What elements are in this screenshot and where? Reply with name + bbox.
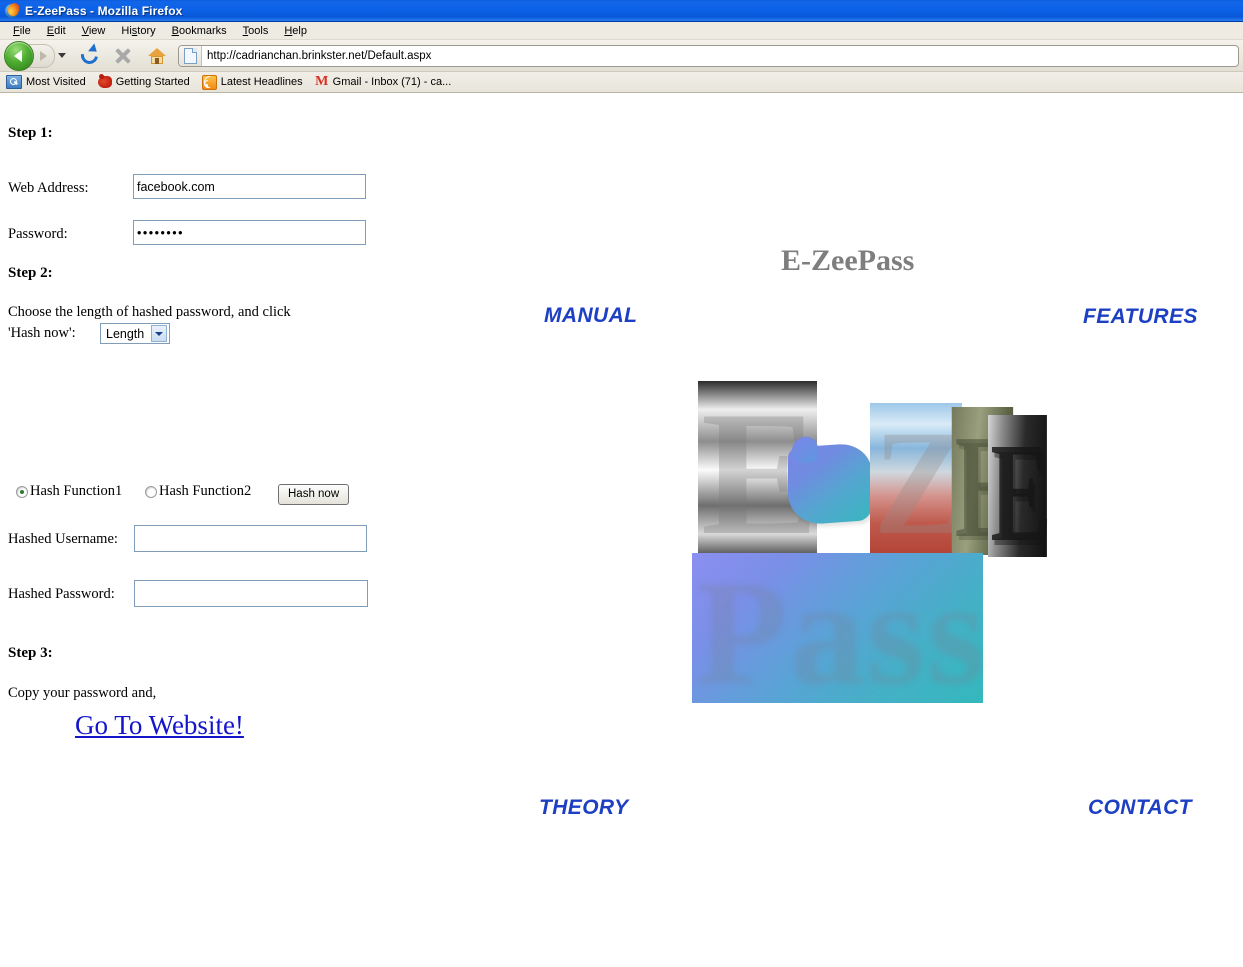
radio-hash-function-1[interactable]	[16, 485, 28, 498]
firefox-logo-icon	[4, 1, 21, 19]
menu-item-edit[interactable]: Edit	[39, 25, 74, 37]
chevron-down-icon[interactable]	[56, 45, 68, 67]
reload-icon[interactable]	[75, 43, 103, 69]
bookmark-label: Getting Started	[115, 76, 190, 88]
bookmark-label: Most Visited	[26, 76, 86, 88]
ezeepass-logo: E Z E E Pass	[690, 381, 1052, 721]
bookmark-latest-headlines[interactable]: Latest Headlines	[201, 73, 303, 90]
chevron-down-icon	[151, 325, 167, 342]
hashed-password-input[interactable]	[134, 580, 368, 607]
home-icon[interactable]	[143, 43, 171, 69]
go-to-website-link[interactable]: Go To Website!	[75, 710, 244, 741]
length-select[interactable]: Length	[100, 323, 170, 344]
back-forward-group	[4, 40, 68, 71]
menu-bar: File Edit View History Bookmarks Tools H…	[0, 22, 1243, 40]
page-title: E-ZeePass	[781, 244, 915, 277]
url-bar[interactable]	[178, 44, 1239, 67]
menu-item-view[interactable]: View	[74, 25, 114, 37]
menu-item-tools[interactable]: Tools	[235, 25, 277, 37]
hashed-password-label: Hashed Password:	[8, 586, 115, 602]
menu-item-file[interactable]: File	[5, 25, 39, 37]
bookmark-gmail[interactable]: M Gmail - Inbox (71) - ca...	[315, 74, 452, 89]
bookmarks-toolbar: Most Visited Getting Started Latest Head…	[0, 72, 1243, 93]
web-address-input[interactable]	[133, 174, 366, 199]
password-label: Password:	[8, 226, 68, 242]
web-address-label: Web Address:	[8, 180, 89, 196]
bookmark-label: Latest Headlines	[220, 76, 303, 88]
nav-link-features[interactable]: FEATURES	[1083, 305, 1198, 329]
hashed-username-label: Hashed Username:	[8, 531, 118, 547]
window-title: E-ZeePass - Mozilla Firefox	[25, 3, 183, 18]
step1-heading: Step 1:	[8, 125, 53, 141]
page-content: Step 1: Web Address: Password: Step 2: C…	[0, 93, 1243, 967]
hash-function-1-option[interactable]: Hash Function1	[16, 483, 122, 500]
back-arrow-icon[interactable]	[4, 40, 34, 71]
logo-word-pass: Pass	[692, 545, 984, 711]
menu-item-bookmarks[interactable]: Bookmarks	[164, 25, 235, 37]
rss-feed-icon	[201, 73, 219, 90]
hash-function-2-label: Hash Function2	[159, 483, 252, 499]
hash-function-2-option[interactable]: Hash Function2	[145, 483, 251, 500]
logo-dash-flag	[788, 442, 872, 526]
url-input[interactable]	[202, 45, 1238, 66]
menu-item-help[interactable]: Help	[276, 25, 315, 37]
window-titlebar: E-ZeePass - Mozilla Firefox	[0, 0, 1243, 22]
firefox-head-icon	[97, 76, 112, 88]
bookmark-getting-started[interactable]: Getting Started	[97, 76, 190, 88]
stop-x-icon[interactable]	[109, 43, 137, 69]
step3-instruction: Copy your password and,	[8, 685, 157, 701]
folder-search-icon	[6, 75, 22, 89]
bookmark-most-visited[interactable]: Most Visited	[6, 75, 86, 89]
step3-heading: Step 3:	[8, 645, 53, 661]
bookmark-label: Gmail - Inbox (71) - ca...	[332, 76, 452, 88]
nav-link-theory[interactable]: THEORY	[539, 796, 629, 820]
radio-hash-function-2[interactable]	[145, 485, 157, 498]
navigation-toolbar	[0, 40, 1243, 72]
gmail-icon: M	[315, 74, 329, 89]
step2-instruction-line2: 'Hash now':	[8, 325, 76, 341]
hash-function-1-label: Hash Function1	[30, 483, 123, 499]
hash-now-button[interactable]: Hash now	[278, 484, 350, 505]
logo-letter-e-black: E	[987, 407, 1047, 565]
hashed-username-input[interactable]	[134, 525, 367, 552]
nav-link-contact[interactable]: CONTACT	[1088, 796, 1192, 820]
step2-heading: Step 2:	[8, 265, 53, 281]
password-input[interactable]	[133, 220, 366, 245]
page-favicon-icon	[179, 45, 202, 66]
length-select-value: Length	[106, 326, 145, 341]
step2-instruction-line1: Choose the length of hashed password, an…	[8, 304, 291, 320]
nav-link-manual[interactable]: MANUAL	[544, 304, 637, 328]
menu-item-history[interactable]: History	[113, 25, 163, 37]
logo-letter-z: Z	[870, 395, 963, 561]
